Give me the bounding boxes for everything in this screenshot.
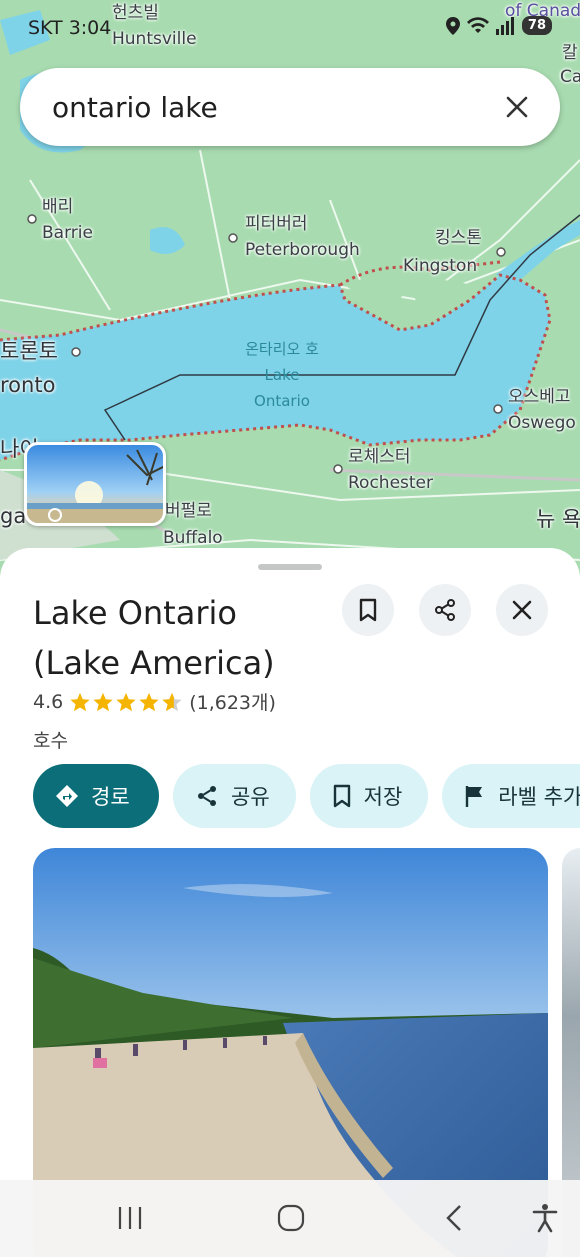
map-label-kingston-ko: 킹스톤 — [435, 228, 482, 248]
star-half-icon — [162, 692, 182, 711]
close-sheet-button[interactable] — [496, 584, 548, 636]
save-chip-button[interactable]: 저장 — [309, 764, 429, 828]
map-label-toronto: ronto — [0, 373, 56, 397]
star-rating — [69, 691, 183, 713]
bookmark-icon — [333, 784, 350, 808]
battery-indicator: 78 — [521, 16, 552, 35]
close-icon — [512, 600, 532, 620]
back-button[interactable] — [429, 1198, 479, 1238]
map-view[interactable]: 헌츠빌 Huntsville of Canad 칼 Ca 배리 Barrie 피… — [0, 0, 580, 600]
save-button[interactable] — [342, 584, 394, 636]
recent-apps-button[interactable] — [105, 1198, 155, 1238]
home-button[interactable] — [266, 1198, 316, 1238]
share-icon — [198, 786, 216, 806]
maps-app: 헌츠빌 Huntsville of Canad 칼 Ca 배리 Barrie 피… — [0, 0, 580, 1257]
share-chip-label: 공유 — [231, 785, 270, 809]
action-chips: 경로 공유 저장 라벨 추가 — [33, 764, 580, 828]
directions-label: 경로 — [91, 785, 130, 809]
flag-icon — [466, 786, 483, 807]
share-button[interactable] — [419, 584, 471, 636]
close-icon — [506, 96, 528, 118]
map-label-buffalo: Buffalo — [163, 528, 223, 548]
location-pin-icon — [445, 16, 460, 35]
map-label-oswego: Oswego — [508, 413, 576, 433]
home-icon — [277, 1204, 305, 1232]
place-sheet: Lake Ontario (Lake America) 4.6 (1,623개)… — [0, 548, 580, 1257]
thumbnail-image — [27, 449, 163, 523]
bookmark-icon — [359, 598, 377, 622]
map-label-rochester: Rochester — [348, 473, 433, 493]
map-label-oswego-ko: 오스베고 — [508, 387, 571, 407]
accessibility-icon — [532, 1204, 558, 1233]
map-label-kingston: Kingston — [403, 256, 478, 276]
street-view-thumbnail[interactable] — [24, 442, 166, 526]
rating-value: 4.6 — [33, 690, 64, 713]
map-label-barrie-ko: 배리 — [42, 197, 74, 217]
share-chip-button[interactable]: 공유 — [173, 764, 296, 828]
place-title-line2: (Lake America) — [33, 644, 275, 682]
map-label-peterborough: Peterborough — [245, 240, 360, 260]
map-label-newyork-ko: 뉴 욕 — [536, 507, 580, 531]
add-label-chip-label: 라벨 추가 — [498, 785, 580, 809]
back-icon — [446, 1205, 461, 1231]
search-bar[interactable]: ontario lake — [20, 68, 560, 146]
status-icons: 78 — [445, 16, 552, 35]
status-time: SKT 3:04 — [28, 17, 112, 39]
add-label-button[interactable]: 라벨 추가 — [442, 764, 580, 828]
star-icon — [93, 692, 113, 711]
star-icon — [116, 692, 136, 711]
map-label-lake-ko: 온타리오 호 — [245, 340, 319, 358]
map-label-lake-2: Ontario — [254, 392, 310, 410]
directions-button[interactable]: 경로 — [33, 764, 159, 828]
search-clear-button[interactable] — [500, 90, 534, 124]
map-label-buffalo-ko: 버펄로 — [165, 501, 212, 521]
map-label-niagara: ga — [0, 504, 27, 528]
share-icon — [435, 599, 455, 621]
map-label-toronto-ko: 토론토 — [0, 339, 58, 363]
rating-row[interactable]: 4.6 (1,623개) — [33, 688, 276, 715]
star-icon — [70, 692, 90, 711]
system-nav-bar — [0, 1180, 580, 1257]
place-type: 호수 — [33, 730, 68, 752]
star-icon — [139, 692, 159, 711]
map-label-rochester-ko: 로체스터 — [348, 447, 411, 467]
signal-icon — [495, 16, 514, 35]
directions-icon — [56, 785, 78, 807]
status-bar: SKT 3:04 78 — [0, 0, 580, 58]
save-chip-label: 저장 — [363, 785, 403, 809]
recent-apps-icon — [118, 1207, 142, 1229]
place-title-line1: Lake Ontario — [33, 594, 237, 632]
map-label-barrie: Barrie — [42, 223, 93, 243]
wifi-icon — [466, 16, 489, 33]
place-title: Lake Ontario (Lake America) — [33, 588, 333, 688]
search-input[interactable]: ontario lake — [52, 91, 500, 124]
map-label-peterborough-ko: 피터버러 — [245, 214, 308, 234]
accessibility-button[interactable] — [520, 1198, 570, 1238]
review-count[interactable]: (1,623개) — [189, 688, 276, 715]
sheet-drag-handle[interactable] — [258, 564, 322, 570]
map-label-lake-1: Lake — [264, 366, 300, 384]
map-label-edge-en: Ca — [560, 67, 580, 87]
